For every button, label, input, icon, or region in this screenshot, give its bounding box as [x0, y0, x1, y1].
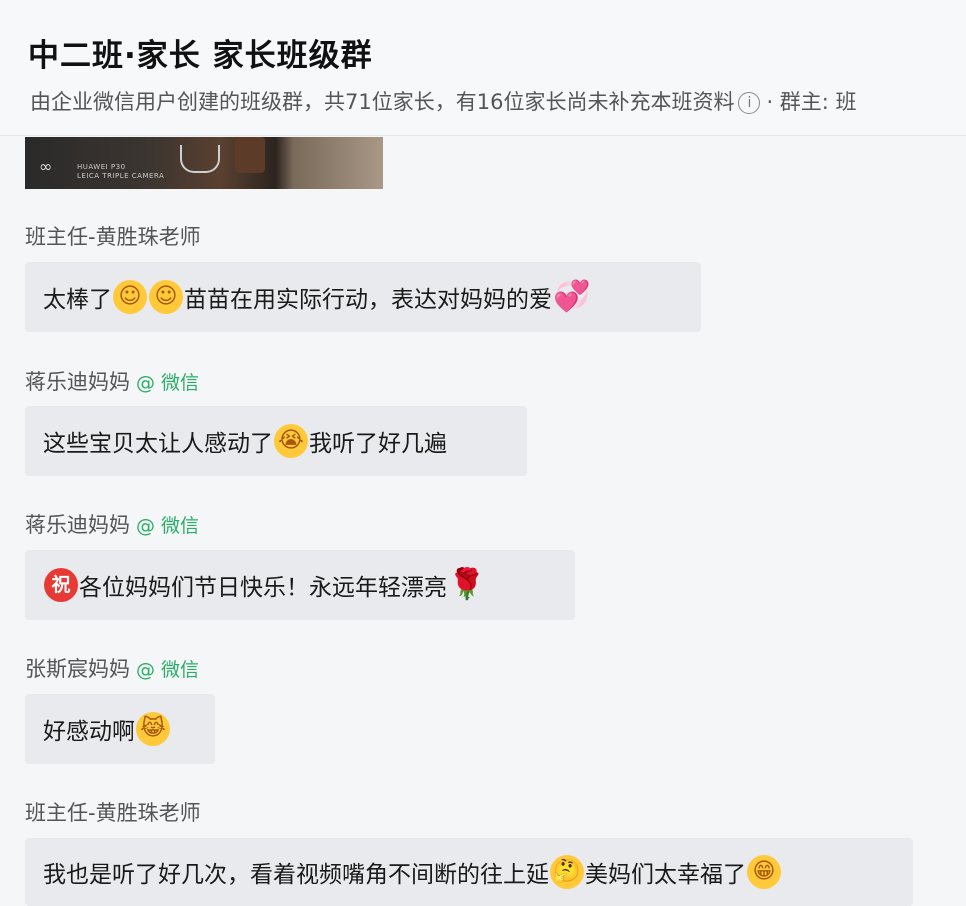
message-sender: 班主任-黄胜珠老师	[25, 221, 201, 251]
message-bubble[interactable]: 这些宝贝太让人感动了 😭 我听了好几遍	[25, 406, 527, 476]
info-icon[interactable]: i	[738, 92, 761, 114]
cup-shape	[180, 145, 220, 173]
photo-watermark: HUAWEI P30 LEICA TRIPLE CAMERA	[77, 163, 164, 181]
message-sender: 蒋乐迪妈妈 @ 微信	[25, 509, 199, 539]
message-sender: 张斯宸妈妈 @ 微信	[25, 653, 199, 683]
message-text: 我也是听了好几次，看着视频嘴角不间断的往上延	[43, 862, 549, 888]
wechat-source-tag: @ 微信	[136, 515, 200, 537]
message-bubble[interactable]: 好感动啊 😹	[25, 694, 215, 764]
wechat-source-tag: @ 微信	[136, 659, 200, 681]
zhu-blessing-emoji-icon: 祝	[44, 568, 78, 602]
message-text: 各位妈妈们节日快乐！永远年轻漂亮	[79, 575, 447, 601]
rose-emoji-icon: 🌹	[448, 567, 486, 602]
photo-watermark-line1: HUAWEI P30	[77, 163, 126, 171]
mug-shape	[235, 137, 265, 173]
group-title: 中二班·家长 家长班级群	[28, 38, 373, 74]
chat-header: 中二班·家长 家长班级群 由企业微信用户创建的班级群，共71位家长，有16位家长…	[0, 0, 966, 136]
message-bubble[interactable]: 我也是听了好几次，看着视频嘴角不间断的往上延 🤔 美妈们太幸福了 😁	[25, 838, 913, 906]
message-text: 好感动啊	[43, 719, 135, 745]
wechat-source-tag: @ 微信	[136, 372, 200, 394]
shared-photo[interactable]: ∞ HUAWEI P30 LEICA TRIPLE CAMERA	[25, 137, 383, 189]
message-sender: 蒋乐迪妈妈 @ 微信	[25, 366, 199, 396]
group-description: 由企业微信用户创建的班级群，共71位家长，有16位家长尚未补充本班资料	[30, 90, 735, 114]
sender-name: 班主任-黄胜珠老师	[25, 801, 201, 825]
message-text: 太棒了	[43, 287, 112, 313]
camera-lens-icon: ∞	[39, 157, 53, 176]
message-sender: 班主任-黄胜珠老师	[25, 797, 201, 827]
crying-emoji-icon: 😭	[274, 424, 308, 458]
smile-emoji-icon: ☺	[113, 280, 147, 314]
message-text: 这些宝贝太让人感动了	[43, 431, 273, 457]
group-owner-label: · 群主: 班	[766, 90, 857, 114]
photo-watermark-line2: LEICA TRIPLE CAMERA	[77, 172, 165, 180]
group-subtitle: 由企业微信用户创建的班级群，共71位家长，有16位家长尚未补充本班资料 i · 群主…	[30, 86, 857, 116]
message-text: 我听了好几遍	[309, 431, 447, 457]
smile-emoji-icon: ☺	[149, 280, 183, 314]
grinning-emoji-icon: 😁	[747, 855, 781, 889]
sender-name: 蒋乐迪妈妈	[25, 370, 130, 394]
message-bubble[interactable]: 祝 各位妈妈们节日快乐！永远年轻漂亮 🌹	[25, 550, 575, 620]
heart-emoji-icon: 💞	[553, 279, 591, 314]
message-bubble[interactable]: 太棒了 ☺ ☺ 苗苗在用实际行动，表达对妈妈的爱 💞	[25, 262, 701, 332]
laughing-cat-emoji-icon: 😹	[136, 712, 170, 746]
sender-name: 班主任-黄胜珠老师	[25, 225, 201, 249]
message-text: 美妈们太幸福了	[585, 862, 746, 888]
sender-name: 蒋乐迪妈妈	[25, 513, 130, 537]
thinking-emoji-icon: 🤔	[550, 855, 584, 889]
message-text: 苗苗在用实际行动，表达对妈妈的爱	[184, 287, 552, 313]
sender-name: 张斯宸妈妈	[25, 657, 130, 681]
